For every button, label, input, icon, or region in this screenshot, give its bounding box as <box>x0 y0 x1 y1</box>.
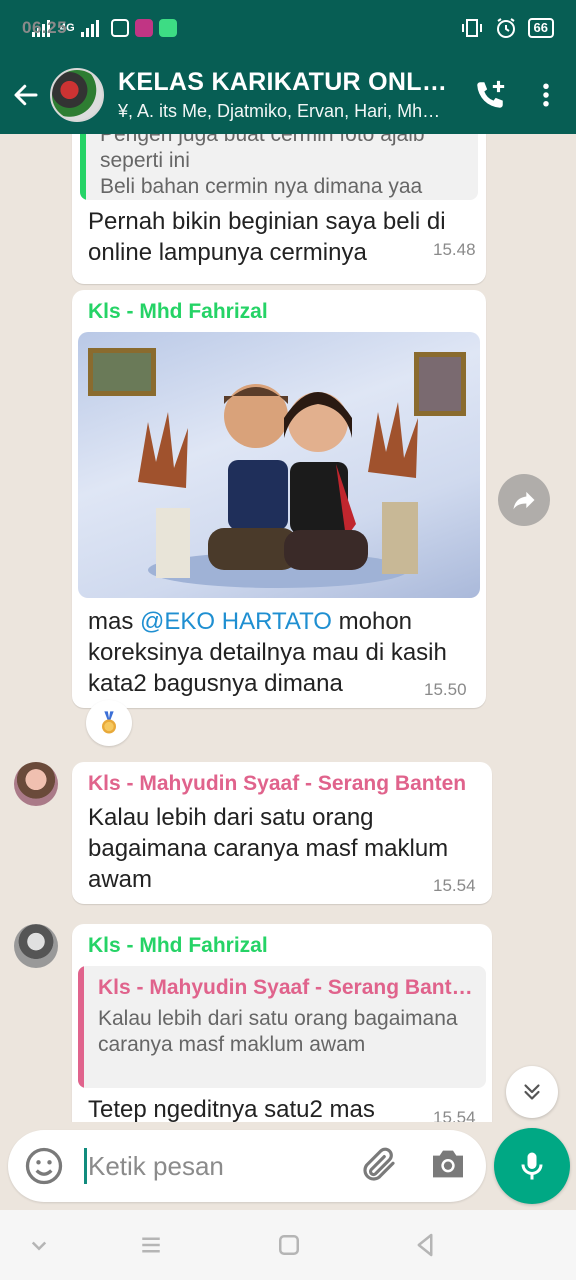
message-text: mas @EKO HARTATO mohon koreksinya detail… <box>88 606 468 699</box>
voice-record-button[interactable] <box>494 1128 570 1204</box>
more-vertical-icon <box>543 83 549 107</box>
forward-button[interactable] <box>498 474 550 526</box>
add-call-button[interactable] <box>462 56 518 134</box>
instagram-icon <box>134 19 153 37</box>
medal-emoji-icon <box>102 711 116 734</box>
battery-indicator: 66 <box>527 18 554 38</box>
group-avatar[interactable] <box>50 68 104 122</box>
participant-avatar[interactable] <box>14 762 58 806</box>
chat-title-area[interactable]: KELAS KARIKATUR ONLINE ¥, A. its Me, Dja… <box>118 68 448 122</box>
message-time: 15.54 <box>433 1108 476 1122</box>
reaction-badge[interactable] <box>86 700 132 746</box>
quoted-text: Pengen juga buat cermin foto ajaib seper… <box>100 134 425 198</box>
sender-name[interactable]: Kls - Mhd Fahrizal <box>88 300 268 324</box>
message-text: Tetep ngeditnya satu2 mas <box>88 1096 375 1122</box>
vibrate-icon <box>461 19 482 37</box>
message-time: 15.48 <box>433 240 476 259</box>
microphone-icon <box>521 1152 543 1180</box>
more-options-button[interactable] <box>518 56 574 134</box>
message-input[interactable] <box>88 1144 358 1188</box>
arrow-left-icon <box>14 84 38 106</box>
double-chevron-down-icon <box>524 1084 540 1100</box>
message-time: 15.50 <box>424 680 467 699</box>
sender-name[interactable]: Kls - Mhd Fahrizal <box>88 934 268 958</box>
message-bubble[interactable]: Kls - Mhd Fahrizal Kls - Mahyudin Syaaf … <box>72 924 492 1122</box>
back-button[interactable] <box>2 56 50 134</box>
nav-home-icon[interactable] <box>274 1230 304 1260</box>
nav-back-icon[interactable] <box>410 1230 440 1260</box>
quoted-text: Kalau lebih dari satu orang bagaimana ca… <box>98 1007 458 1056</box>
alarm-icon <box>496 18 515 38</box>
message-text: Pernah bikin beginian saya beli di onlin… <box>88 208 446 266</box>
sender-name[interactable]: Kls - Mahyudin Syaaf - Serang Banten <box>88 772 466 796</box>
participant-avatar[interactable] <box>14 924 58 968</box>
camera-icon <box>433 1150 463 1178</box>
nav-collapse-icon[interactable] <box>24 1230 54 1260</box>
system-nav-bar <box>0 1210 576 1280</box>
signal-icon-2 <box>80 19 99 37</box>
chat-area[interactable]: Pengen juga buat cermin foto ajaib seper… <box>0 134 576 1122</box>
caricature-image <box>88 348 466 588</box>
quoted-message[interactable]: Pengen juga buat cermin foto ajaib seper… <box>80 134 478 200</box>
attach-button[interactable] <box>358 1144 404 1190</box>
message-photo[interactable] <box>78 332 480 598</box>
status-bar: 06.25 4G 66 <box>0 0 576 56</box>
status-time: 06.25 <box>22 18 68 37</box>
share-forward-icon <box>513 491 535 510</box>
message-composer <box>8 1130 486 1202</box>
camera-button[interactable] <box>428 1144 474 1190</box>
message-bubble[interactable]: Pengen juga buat cermin foto ajaib seper… <box>72 134 486 284</box>
scroll-to-bottom-button[interactable] <box>506 1066 558 1118</box>
smiley-icon <box>25 1147 63 1185</box>
group-title: KELAS KARIKATUR ONLINE <box>118 68 448 96</box>
chat-header: KELAS KARIKATUR ONLINE ¥, A. its Me, Dja… <box>0 56 576 134</box>
quoted-message[interactable]: Kls - Mahyudin Syaaf - Serang Banten Kal… <box>78 966 486 1088</box>
message-text: Kalau lebih dari satu orang bagaimana ca… <box>88 804 449 893</box>
group-members: ¥, A. its Me, Djatmiko, Ervan, Hari, Mhd… <box>118 101 448 121</box>
message-bubble[interactable]: Kls - Mhd Fahrizal mas @EKO HARTATO moho… <box>72 290 486 708</box>
phone-plus-icon <box>477 80 505 108</box>
message-app-icon <box>110 19 129 37</box>
nav-menu-icon[interactable] <box>136 1230 166 1260</box>
message-bubble[interactable]: Kls - Mahyudin Syaaf - Serang Banten Kal… <box>72 762 492 904</box>
chat-app-icon <box>158 19 177 37</box>
message-time: 15.54 <box>433 876 476 895</box>
paperclip-icon <box>363 1147 395 1181</box>
mention-link[interactable]: @EKO HARTATO <box>140 608 332 635</box>
emoji-button[interactable] <box>22 1144 66 1188</box>
quoted-sender: Kls - Mahyudin Syaaf - Serang Banten <box>98 976 474 999</box>
message-text-start: mas <box>88 608 141 635</box>
text-caret <box>84 1148 87 1184</box>
